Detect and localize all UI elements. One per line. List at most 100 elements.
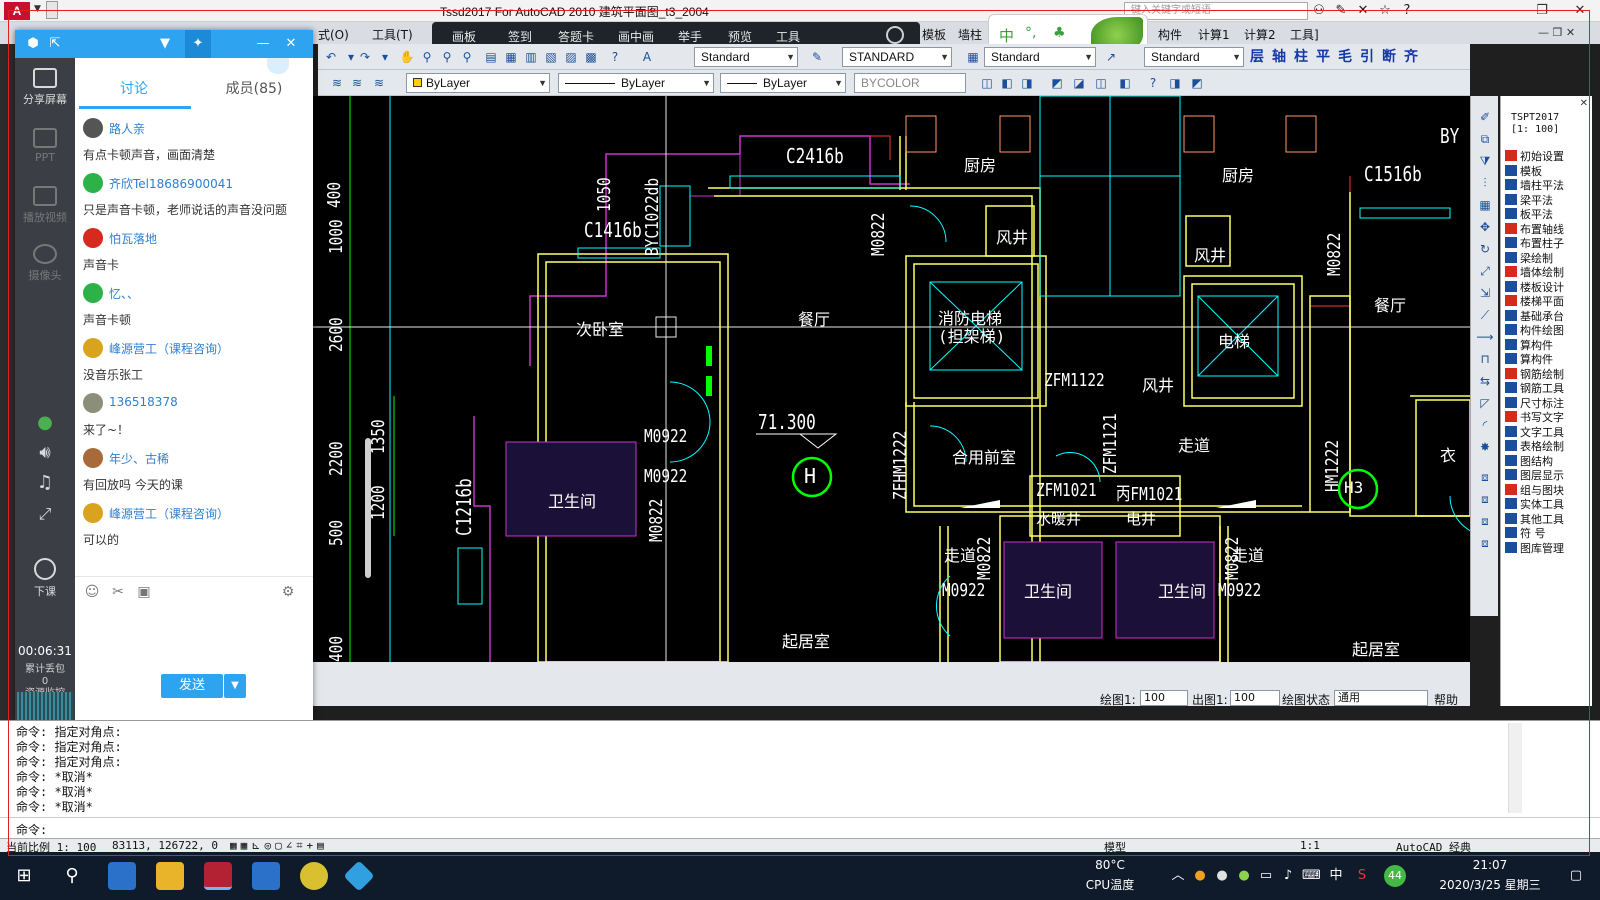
dim-style-icon[interactable]: ✎ [808, 48, 826, 66]
quick-access-box[interactable] [46, 1, 58, 19]
share-out-icon[interactable]: ⇱ [47, 36, 63, 52]
shield-icon[interactable]: ⬢ [25, 36, 41, 52]
tssd-layer-button[interactable]: 层 [1250, 46, 1264, 66]
tool-h-icon[interactable]: ? [1144, 74, 1162, 92]
clock-date[interactable]: 2020/3/25 星期三 [1420, 876, 1560, 893]
extend-icon[interactable]: ⟶ [1476, 328, 1494, 346]
announce-icon[interactable] [267, 58, 289, 74]
menu-tools2[interactable]: 工具] [1290, 26, 1319, 43]
expand-icon[interactable]: ⤢ [15, 504, 75, 524]
rotate-icon[interactable]: ↻ [1476, 240, 1494, 258]
join-icon[interactable]: ⇆ [1476, 372, 1494, 390]
classin-icon[interactable] [343, 860, 375, 892]
trim-icon[interactable]: ⟋ [1476, 306, 1494, 324]
mirror-icon[interactable]: ⧩ [1476, 152, 1494, 170]
tspt-menu-item[interactable]: 模板 [1505, 164, 1593, 179]
tab-discuss[interactable]: 讨论 [79, 78, 189, 98]
layer-manager-icon[interactable]: ≋ [328, 74, 346, 92]
menu-format[interactable]: 式(O) [318, 26, 349, 43]
communication-icon[interactable]: ✕ [1354, 2, 1372, 20]
dim-style-combo[interactable]: STANDARD ▼ [842, 47, 952, 67]
clock-time[interactable]: 21:07 [1420, 858, 1560, 872]
tab-members[interactable]: 成员(85) [199, 78, 309, 98]
message-sender[interactable]: 峰源营工（课程咨询） [109, 505, 229, 522]
ov-drawing-board[interactable]: 画板 [452, 28, 476, 45]
draworder-d-icon[interactable]: ⧈ [1476, 534, 1494, 552]
draw-scale-combo[interactable]: 100 [1140, 690, 1188, 706]
draw-state-combo[interactable]: 通用 [1334, 690, 1428, 706]
tspt-menu-item[interactable]: 梁绘制 [1505, 251, 1593, 266]
tspt-menu-item[interactable]: 楼梯平面 [1505, 295, 1593, 309]
tspt-menu-item[interactable]: 图结构 [1505, 454, 1593, 469]
erase-icon[interactable]: ✐ [1476, 108, 1494, 126]
tray-app-c-icon[interactable]: ● [1236, 868, 1252, 884]
power-icon[interactable] [886, 26, 904, 44]
message-sender[interactable]: 路人亲 [109, 120, 145, 137]
tspt-menu-item[interactable]: 图库管理 [1505, 541, 1593, 556]
ov-sign-in[interactable]: 签到 [508, 28, 532, 45]
notification-icon[interactable]: ▢ [1568, 868, 1584, 884]
autocad-logo-icon[interactable]: A [4, 2, 30, 20]
multileader-style-icon[interactable]: ↗ [1102, 48, 1120, 66]
tray-app-a-icon[interactable]: ● [1192, 868, 1208, 884]
tspt-menu-item[interactable]: 墙柱平法 [1505, 179, 1593, 193]
tspt-menu-item[interactable]: 图层显示 [1505, 469, 1593, 483]
help-icon[interactable]: ? [606, 48, 624, 66]
array-icon[interactable]: ▦ [1476, 196, 1494, 214]
tool-e-icon[interactable]: ◪ [1070, 74, 1088, 92]
image-icon[interactable]: ▣ [135, 583, 153, 601]
end-class-button[interactable]: 下课 [15, 558, 75, 599]
message-sender[interactable]: 峰源营工（课程咨询） [109, 340, 229, 357]
tspt-menu-item[interactable]: 实体工具 [1505, 498, 1593, 512]
cmd-scrollbar[interactable] [1508, 723, 1522, 813]
tool-b-icon[interactable]: ◧ [998, 74, 1016, 92]
tssd-leader-button[interactable]: 引 [1360, 46, 1374, 66]
tspt-menu-item[interactable]: 算构件 [1505, 353, 1593, 367]
avatar[interactable] [83, 338, 103, 358]
autocad-task-icon[interactable] [204, 862, 232, 890]
close-icon[interactable]: ✕ [283, 36, 299, 52]
multileader-style-combo[interactable]: Standard ▼ [1144, 47, 1244, 67]
avatar[interactable] [83, 448, 103, 468]
search-input[interactable]: 键入关键字或短语 [1124, 2, 1308, 20]
redo-icon[interactable]: ↷ [356, 48, 374, 66]
tspt-menu-item[interactable]: 其他工具 [1505, 512, 1593, 527]
help-icon[interactable]: ? [1398, 2, 1416, 20]
windows-start-icon[interactable]: ⊞ [10, 862, 38, 890]
ov-answer-card[interactable]: 答题卡 [558, 28, 594, 45]
help-link[interactable]: 帮助 [1434, 691, 1458, 708]
break-icon[interactable]: ⊓ [1476, 350, 1494, 368]
punctuation-icon[interactable]: °, [1025, 25, 1036, 41]
ppt-button[interactable]: PPT [15, 128, 75, 164]
tssd-hair-button[interactable]: 毛 [1338, 46, 1352, 66]
tool-palettes-icon[interactable]: ▥ [522, 48, 540, 66]
tspt-menu-item[interactable]: 文字工具 [1505, 425, 1593, 440]
badge-counter[interactable]: 44 [1384, 865, 1406, 887]
layer-previous-icon[interactable]: ≋ [370, 74, 388, 92]
draworder-b-icon[interactable]: ⧈ [1476, 490, 1494, 508]
speaker-icon[interactable]: 🔊︎ [15, 442, 75, 463]
battery-icon[interactable]: ▭ [1258, 868, 1274, 884]
key-icon[interactable]: ✎ [1332, 2, 1350, 20]
tspt-close-icon[interactable]: ✕ [1580, 98, 1588, 109]
tool-f-icon[interactable]: ◫ [1092, 74, 1110, 92]
ov-preview[interactable]: 预览 [728, 28, 752, 45]
tspt-menu-item[interactable]: 尺寸标注 [1505, 396, 1593, 411]
mdi-controls-icon[interactable]: — ❐ ✕ [1538, 26, 1575, 39]
binoculars-icon[interactable]: ⚇ [1310, 2, 1328, 20]
minimize-button[interactable]: — [1482, 0, 1522, 22]
scissors-icon[interactable]: ✂ [109, 583, 127, 601]
menu-calc2[interactable]: 计算2 [1244, 26, 1276, 43]
sogou-icon[interactable]: S [1354, 868, 1370, 884]
draworder-a-icon[interactable]: ⧈ [1476, 468, 1494, 486]
plotstyle-combo[interactable]: BYCOLOR [854, 73, 966, 93]
star-icon[interactable]: ☆ [1376, 2, 1394, 20]
cmd-prompt[interactable]: 命令: [16, 821, 47, 838]
avatar[interactable] [83, 228, 103, 248]
message-sender[interactable]: 怕瓦落地 [109, 230, 157, 247]
text-style-icon[interactable]: A [638, 48, 656, 66]
avatar[interactable] [83, 503, 103, 523]
markup-icon[interactable]: ▨ [562, 48, 580, 66]
draworder-c-icon[interactable]: ⧈ [1476, 512, 1494, 530]
lineweight-combo[interactable]: ByLayer ▼ [720, 73, 846, 93]
